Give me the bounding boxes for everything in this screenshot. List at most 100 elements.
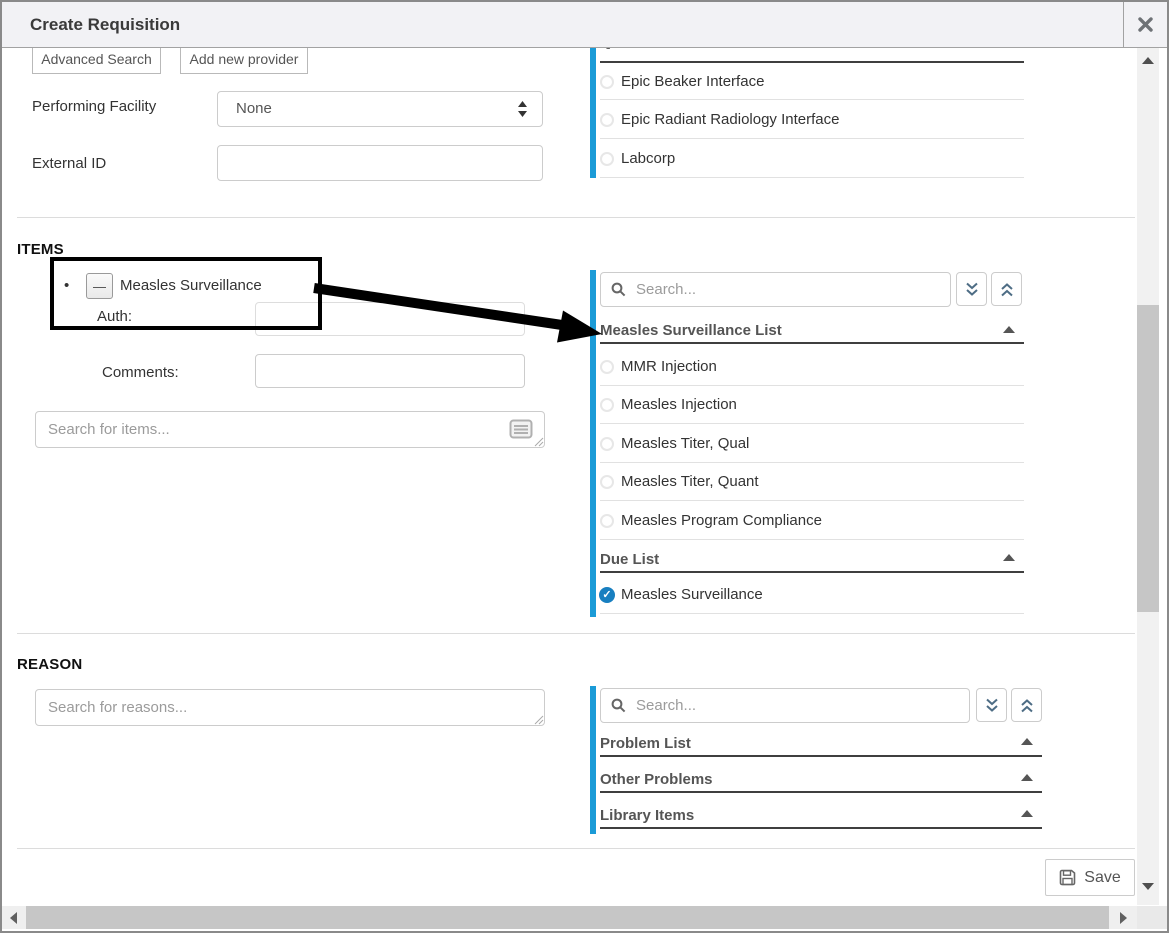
horizontal-scrollbar[interactable]: [2, 906, 1137, 929]
row-separator: [600, 500, 1024, 501]
quick-list-header-underline: [600, 61, 1024, 63]
expand-all-button[interactable]: [976, 688, 1007, 722]
collapse-arrow-icon[interactable]: [1021, 774, 1033, 781]
quick-list-accent-bar: [590, 47, 596, 178]
items-panel-search-input[interactable]: [634, 280, 940, 299]
double-chevron-up-icon: [1000, 282, 1014, 297]
list-picker-icon[interactable]: [509, 419, 533, 439]
advanced-search-button[interactable]: Advanced Search: [32, 44, 161, 74]
comments-label: Comments:: [102, 364, 179, 381]
row-separator: [600, 385, 1024, 386]
save-icon: [1059, 869, 1076, 886]
vertical-scrollbar[interactable]: [1137, 47, 1159, 905]
list-item[interactable]: MMR Injection: [600, 358, 717, 375]
save-label: Save: [1084, 869, 1120, 887]
section-divider: [17, 217, 1135, 218]
list-item-label: Epic Radiant Radiology Interface: [621, 111, 839, 128]
scroll-down-icon[interactable]: [1142, 883, 1154, 890]
row-separator: [600, 539, 1024, 540]
group-header[interactable]: Measles Surveillance List: [600, 322, 782, 339]
performing-facility-select[interactable]: None: [217, 91, 543, 127]
list-item-label: Labcorp: [621, 150, 675, 167]
row-separator: [600, 177, 1024, 178]
horizontal-scrollbar-thumb[interactable]: [26, 906, 1109, 929]
list-item-label: Measles Titer, Quant: [621, 473, 759, 490]
section-divider: [17, 633, 1135, 634]
items-panel-search: [600, 272, 951, 307]
list-item-selected[interactable]: ✓ Measles Surveillance: [599, 586, 763, 603]
list-item[interactable]: Labcorp: [600, 150, 675, 167]
items-heading: ITEMS: [17, 241, 64, 258]
scroll-up-icon[interactable]: [1142, 57, 1154, 64]
list-item-label: MMR Injection: [621, 358, 717, 375]
row-separator: [600, 138, 1024, 139]
row-separator: [600, 99, 1024, 100]
radio-icon: [600, 398, 614, 412]
group-header[interactable]: Library Items: [600, 807, 694, 824]
items-search-input[interactable]: [35, 411, 545, 448]
resize-handle-icon[interactable]: [534, 715, 544, 725]
vertical-scrollbar-thumb[interactable]: [1137, 305, 1159, 612]
radio-icon: [600, 113, 614, 127]
double-chevron-down-icon: [985, 698, 999, 713]
modal-titlebar: Create Requisition: [2, 2, 1167, 48]
list-item-label: Measles Program Compliance: [621, 512, 822, 529]
radio-icon: [600, 360, 614, 374]
search-icon: [611, 698, 626, 713]
list-item[interactable]: Measles Titer, Quant: [600, 473, 759, 490]
search-icon: [611, 282, 626, 297]
group-header[interactable]: Due List: [600, 551, 659, 568]
radio-icon: [600, 437, 614, 451]
scroll-right-icon[interactable]: [1120, 912, 1127, 924]
collapse-arrow-icon[interactable]: [1003, 554, 1015, 561]
performing-facility-label: Performing Facility: [32, 98, 156, 115]
close-button[interactable]: [1123, 2, 1167, 47]
reason-panel-search: [600, 688, 970, 723]
close-icon: [1138, 17, 1153, 32]
collapse-arrow-icon[interactable]: [1021, 810, 1033, 817]
scrollbar-corner: [1137, 906, 1167, 929]
performing-facility-value: None: [236, 100, 272, 117]
create-requisition-modal: Advanced Search Add new provider Perform…: [0, 0, 1169, 933]
resize-handle-icon[interactable]: [534, 437, 544, 447]
list-item[interactable]: Epic Radiant Radiology Interface: [600, 111, 839, 128]
footer-divider: [17, 848, 1135, 849]
reason-heading: REASON: [17, 656, 82, 673]
list-item[interactable]: Measles Program Compliance: [600, 512, 822, 529]
collapse-arrow-icon[interactable]: [1021, 738, 1033, 745]
external-id-label: External ID: [32, 155, 106, 172]
list-item-label: Measles Surveillance: [621, 586, 763, 603]
row-separator: [600, 613, 1024, 614]
annotation-highlight-box: [50, 257, 322, 330]
group-header[interactable]: Other Problems: [600, 771, 713, 788]
external-id-input[interactable]: [217, 145, 543, 181]
reason-panel-search-input[interactable]: [634, 696, 959, 715]
list-item[interactable]: Measles Injection: [600, 396, 737, 413]
list-item-label: Measles Titer, Qual: [621, 435, 749, 452]
collapse-all-button[interactable]: [991, 272, 1022, 306]
collapse-arrow-icon[interactable]: [1003, 326, 1015, 333]
list-item[interactable]: Measles Titer, Qual: [600, 435, 749, 452]
radio-icon: [600, 514, 614, 528]
annotation-arrow: [300, 272, 606, 344]
radio-icon: [600, 475, 614, 489]
reason-search-input[interactable]: [35, 689, 545, 726]
add-new-provider-button[interactable]: Add new provider: [180, 44, 308, 74]
modal-title: Create Requisition: [30, 2, 180, 47]
group-header[interactable]: Problem List: [600, 735, 691, 752]
expand-all-button[interactable]: [956, 272, 987, 306]
list-item-label: Measles Injection: [621, 396, 737, 413]
scroll-left-icon[interactable]: [10, 912, 17, 924]
group-header-underline: [600, 827, 1042, 829]
radio-icon: [600, 152, 614, 166]
comments-input[interactable]: [255, 354, 525, 388]
collapse-all-button[interactable]: [1011, 688, 1042, 722]
row-separator: [600, 462, 1024, 463]
reason-panel-accent-bar: [590, 686, 596, 834]
check-icon: ✓: [599, 587, 615, 603]
list-item[interactable]: Epic Beaker Interface: [600, 73, 764, 90]
save-button[interactable]: Save: [1045, 859, 1135, 896]
list-item-label: Epic Beaker Interface: [621, 73, 764, 90]
radio-icon: [600, 75, 614, 89]
group-header-underline: [600, 755, 1042, 757]
